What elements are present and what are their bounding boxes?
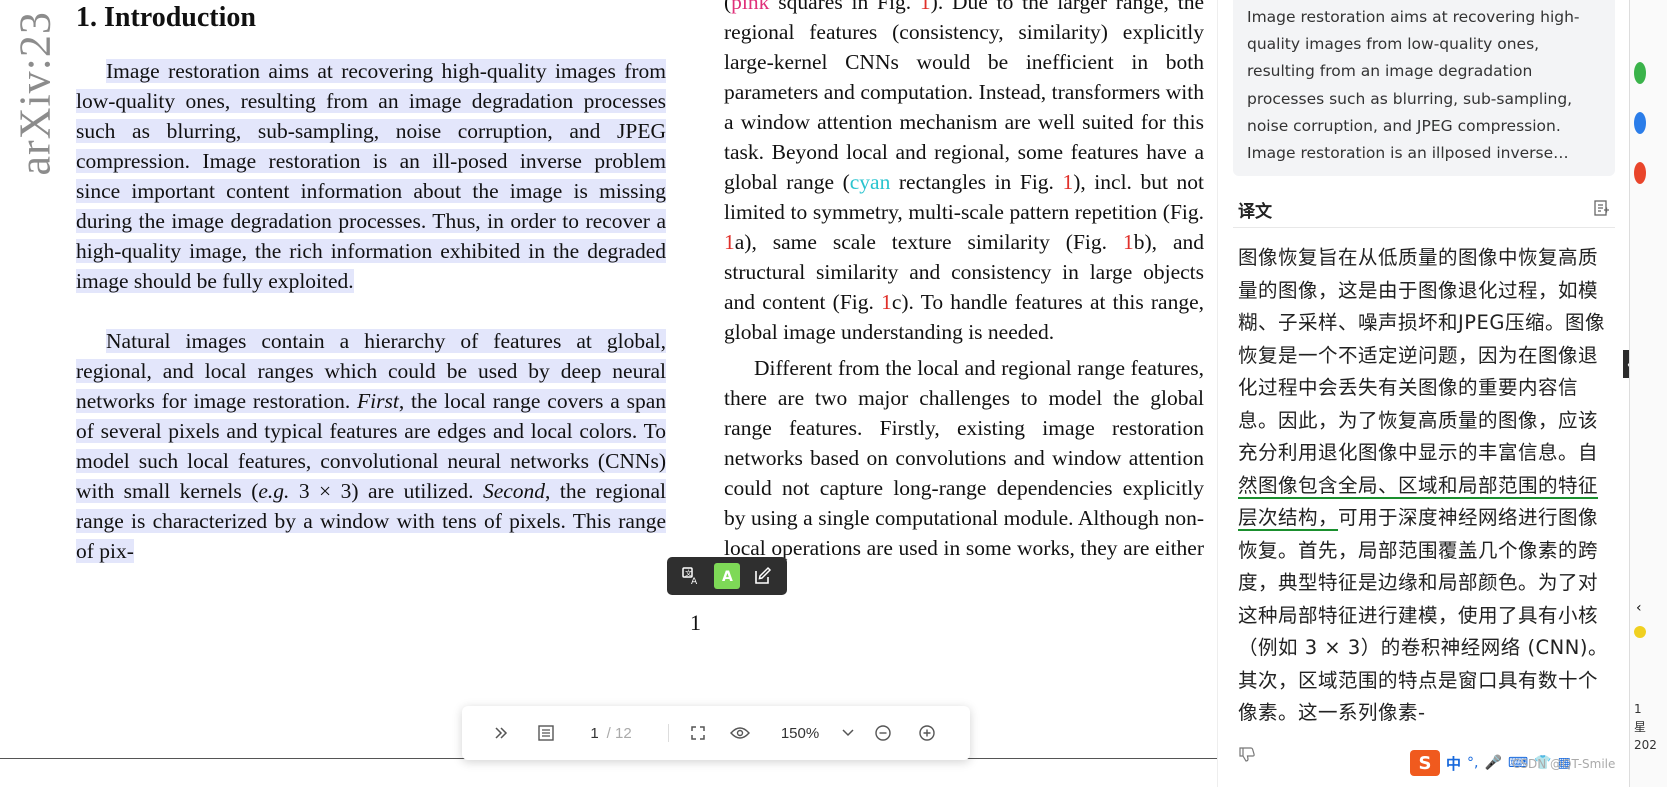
copy-icon[interactable] <box>1592 199 1610 221</box>
text-italic: e.g. <box>258 479 290 503</box>
text-run: 可用于深度神经网络进行图像恢复。首先，局部范围覆盖几个像素的跨度，典型特征是边缘… <box>1238 506 1608 724</box>
page-margin: arXiv:23 <box>0 0 60 787</box>
colored-word: pink <box>731 0 770 14</box>
highlight-icon[interactable]: A <box>714 563 740 589</box>
text-run: a), same scale texture similarity (Fig. <box>734 230 1123 254</box>
punctuation-icon[interactable]: °, <box>1467 755 1478 771</box>
zoom-in-icon[interactable] <box>905 724 949 742</box>
text-italic: Second <box>482 479 546 503</box>
paragraph-4[interactable]: Different from the local and regional ra… <box>724 353 1204 563</box>
watermark: CSDN @QT-Smile <box>1512 757 1616 771</box>
arxiv-stamp: arXiv:23 <box>10 11 60 176</box>
text-run: 3 × 3) are utilized. <box>289 479 483 503</box>
translate-icon[interactable]: 文A <box>678 563 704 589</box>
text-run: ). Due to the larger range, the regional… <box>724 0 1204 194</box>
clock-weekday: 星 <box>1634 720 1647 734</box>
svg-text:A: A <box>722 569 733 585</box>
system-strip: ‹ 1 星 202 <box>1629 0 1667 787</box>
text-run: 图像恢复旨在从低质量的图像中恢复高质量的图像，这是由于图像退化过程，如模糊、子采… <box>1238 246 1605 464</box>
translation-header: 译文 <box>1238 197 1610 222</box>
right-column[interactable]: (pink squares in Fig. 1). Due to the lar… <box>724 0 1204 563</box>
edit-note-icon[interactable] <box>750 563 776 589</box>
chevron-left-icon[interactable]: ‹ <box>1636 600 1642 616</box>
clock-date: 202 <box>1634 738 1657 752</box>
svg-text:A: A <box>691 577 698 586</box>
figure-ref-link[interactable]: 1 <box>1123 230 1134 254</box>
microphone-icon[interactable]: 🎤 <box>1484 755 1501 771</box>
outline-icon[interactable] <box>526 724 566 742</box>
translation-text[interactable]: 图像恢复旨在从低质量的图像中恢复高质量的图像，这是由于图像退化过程，如模糊、子采… <box>1238 242 1616 730</box>
app-icon-blue[interactable] <box>1634 112 1646 134</box>
taskbar-clock: 1 星 202 <box>1634 700 1657 754</box>
selected-text[interactable]: Natural images contain a hierarchy of fe… <box>76 329 666 563</box>
expand-sidebar-icon[interactable] <box>476 726 526 740</box>
figure-ref-link[interactable]: 1 <box>881 290 892 314</box>
page-total: / 12 <box>606 724 632 742</box>
text-run: squares in Fig. <box>769 0 920 14</box>
zoom-level[interactable]: 150% <box>765 725 835 742</box>
ime-language-toggle[interactable]: 中 <box>1446 753 1461 774</box>
figure-ref-link[interactable]: 1 <box>1062 170 1073 194</box>
divider <box>668 724 669 742</box>
text-italic: First <box>357 389 399 413</box>
translation-label: 译文 <box>1238 202 1272 222</box>
selection-toolbar: 文A A <box>667 557 787 595</box>
fullscreen-icon[interactable] <box>681 725 715 741</box>
colored-word: cyan <box>849 170 891 194</box>
original-text-box[interactable]: Image restoration aims at recovering hig… <box>1233 0 1615 176</box>
zoom-out-icon[interactable] <box>861 724 905 742</box>
eye-icon[interactable] <box>715 726 765 740</box>
bottom-toolbar: 1 / 12 150% <box>462 706 970 760</box>
section-title[interactable]: 1. Introduction <box>76 2 256 34</box>
app-icon-red[interactable] <box>1634 162 1646 184</box>
chevron-down-icon[interactable] <box>835 729 861 737</box>
tray-icon[interactable] <box>1634 626 1646 638</box>
page-indicator[interactable]: 1 / 12 <box>566 725 656 742</box>
ime-logo[interactable]: S <box>1410 750 1440 776</box>
page-current[interactable]: 1 <box>590 725 598 742</box>
paragraph-1[interactable]: Image restoration aims at recovering hig… <box>76 56 666 296</box>
app-icon-green[interactable] <box>1634 62 1646 84</box>
page-number: 1 <box>690 610 701 635</box>
selected-text[interactable]: Image restoration aims at recovering hig… <box>76 59 666 293</box>
figure-ref-link[interactable]: 1 <box>920 0 931 14</box>
figure-ref-link[interactable]: 1 <box>724 230 735 254</box>
paragraph-3[interactable]: (pink squares in Fig. 1). Due to the lar… <box>724 0 1204 347</box>
thumbs-down-icon[interactable] <box>1238 745 1256 767</box>
paragraph-2[interactable]: Natural images contain a hierarchy of fe… <box>76 326 666 566</box>
divider <box>1233 227 1615 228</box>
translation-panel: Image restoration aims at recovering hig… <box>1217 0 1630 787</box>
clock-time: 1 <box>1634 702 1642 716</box>
text-run: rectangles in Fig. <box>890 170 1063 194</box>
